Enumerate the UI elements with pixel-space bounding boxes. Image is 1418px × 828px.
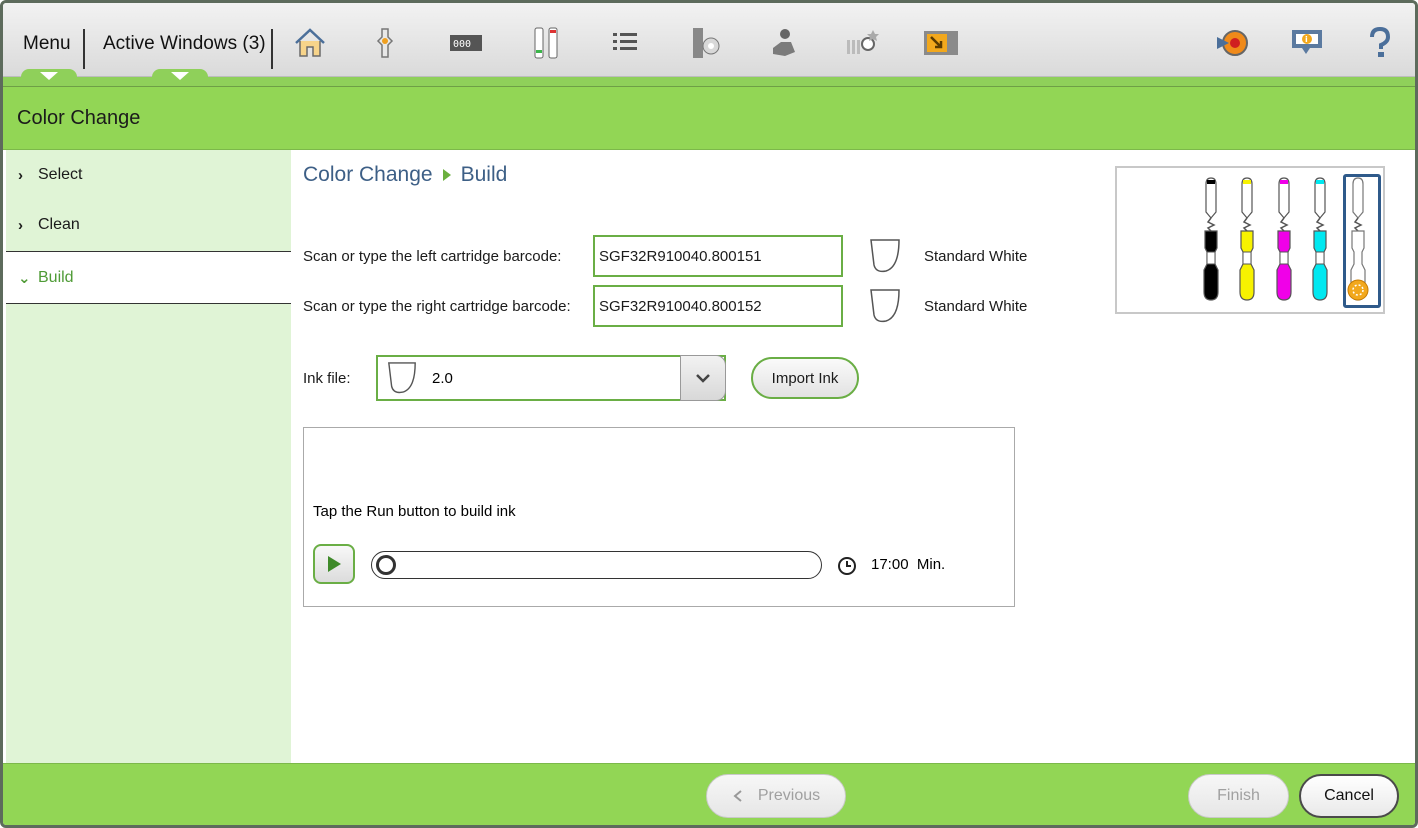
ink-file-label: Ink file: [303, 370, 351, 387]
wizard-footer: Previous Finish Cancel [3, 763, 1415, 825]
top-toolbar: Menu Active Windows (3) 000 i [3, 3, 1415, 77]
chevron-down-icon: ⌄ [18, 269, 31, 287]
list-icon[interactable] [605, 23, 645, 63]
toolbar-accent-strip [3, 77, 1415, 87]
selected-cartridge-highlight [1343, 174, 1381, 308]
time-unit: Min. [916, 556, 946, 573]
time-value: 17:00 [871, 556, 909, 573]
sidebar-item-label: Build [38, 268, 74, 286]
right-ink-name: Standard White [924, 298, 1028, 315]
ink-cup-icon [388, 362, 416, 394]
estimated-time: 17:00 Min. [871, 556, 945, 573]
active-windows-dropdown-tab[interactable] [152, 69, 208, 83]
help-icon[interactable] [1360, 23, 1400, 63]
page-header: Color Change [3, 87, 1415, 150]
active-windows-label: Active Windows [103, 33, 238, 54]
run-instruction: Tap the Run button to build ink [313, 503, 516, 520]
menu-dropdown-tab[interactable] [21, 69, 77, 83]
ink-cup-icon [870, 289, 900, 323]
previous-button[interactable]: Previous [706, 774, 846, 818]
chevron-down-icon [40, 72, 58, 80]
steps-sidebar: › Select › Clean ⌄ Build [6, 150, 291, 763]
sidebar-item-clean[interactable]: › Clean [6, 200, 291, 250]
menu-button[interactable]: Menu [23, 33, 71, 55]
ink-gauge-icon[interactable] [843, 23, 883, 63]
ink-transfer-icon[interactable] [365, 23, 405, 63]
counter-icon[interactable]: 000 [446, 23, 486, 63]
media-roll-icon[interactable] [685, 23, 725, 63]
ink-file-value: 2.0 [432, 370, 453, 387]
info-icon[interactable]: i [1287, 23, 1327, 63]
build-run-panel: Tap the Run button to build ink 17:00 Mi… [303, 427, 1015, 607]
chevron-right-icon: › [18, 166, 23, 184]
previous-label: Previous [757, 787, 821, 804]
print-queue-icon[interactable] [921, 23, 961, 63]
progress-knob [376, 555, 396, 575]
breadcrumb-current: Build [460, 163, 508, 186]
ink-file-select[interactable]: 2.0 [376, 355, 726, 401]
run-button[interactable] [313, 544, 355, 584]
ink-cup-icon [870, 239, 900, 273]
left-barcode-input[interactable] [593, 235, 843, 277]
left-barcode-label: Scan or type the left cartridge barcode: [303, 248, 562, 265]
app-window: Menu Active Windows (3) 000 i Color Chan… [0, 0, 1418, 828]
cartridge-levels-icon[interactable] [526, 23, 566, 63]
right-barcode-input[interactable] [593, 285, 843, 327]
active-windows-count: (3) [242, 33, 266, 54]
ink-file-dropdown-button[interactable] [680, 355, 726, 401]
chevron-down-icon [171, 72, 189, 80]
sidebar-item-label: Select [38, 166, 83, 183]
chevron-right-icon: › [18, 216, 23, 234]
left-ink-name: Standard White [924, 248, 1028, 265]
chevron-down-icon [696, 374, 710, 383]
cartridge-cyan [1312, 177, 1328, 301]
sidebar-item-build[interactable]: ⌄ Build [6, 251, 291, 304]
sidebar-item-select[interactable]: › Select [6, 150, 291, 200]
printhead-service-icon[interactable] [763, 23, 803, 63]
right-barcode-label: Scan or type the right cartridge barcode… [303, 298, 571, 315]
breadcrumb-arrow-icon [442, 169, 451, 181]
play-icon [328, 556, 341, 572]
finish-button[interactable]: Finish [1188, 774, 1289, 818]
cartridge-yellow [1239, 177, 1255, 301]
support-icon[interactable] [1213, 23, 1253, 63]
svg-text:000: 000 [453, 39, 471, 50]
cartridge-status-panel [1115, 166, 1385, 314]
progress-bar [371, 551, 822, 579]
home-icon[interactable] [290, 23, 330, 63]
toolbar-separator [271, 29, 273, 69]
toolbar-separator [83, 29, 85, 69]
cancel-button[interactable]: Cancel [1299, 774, 1399, 818]
cartridge-black [1203, 177, 1219, 301]
sidebar-item-label: Clean [38, 216, 80, 233]
active-windows-button[interactable]: Active Windows (3) [103, 33, 266, 55]
import-ink-button[interactable]: Import Ink [751, 357, 859, 399]
breadcrumb: Color Change Build [303, 163, 507, 187]
chevron-left-icon [733, 790, 742, 802]
breadcrumb-parent[interactable]: Color Change [303, 163, 433, 187]
cartridge-magenta [1276, 177, 1292, 301]
clock-icon [838, 557, 856, 575]
page-title: Color Change [17, 107, 141, 129]
svg-text:i: i [1305, 35, 1308, 44]
